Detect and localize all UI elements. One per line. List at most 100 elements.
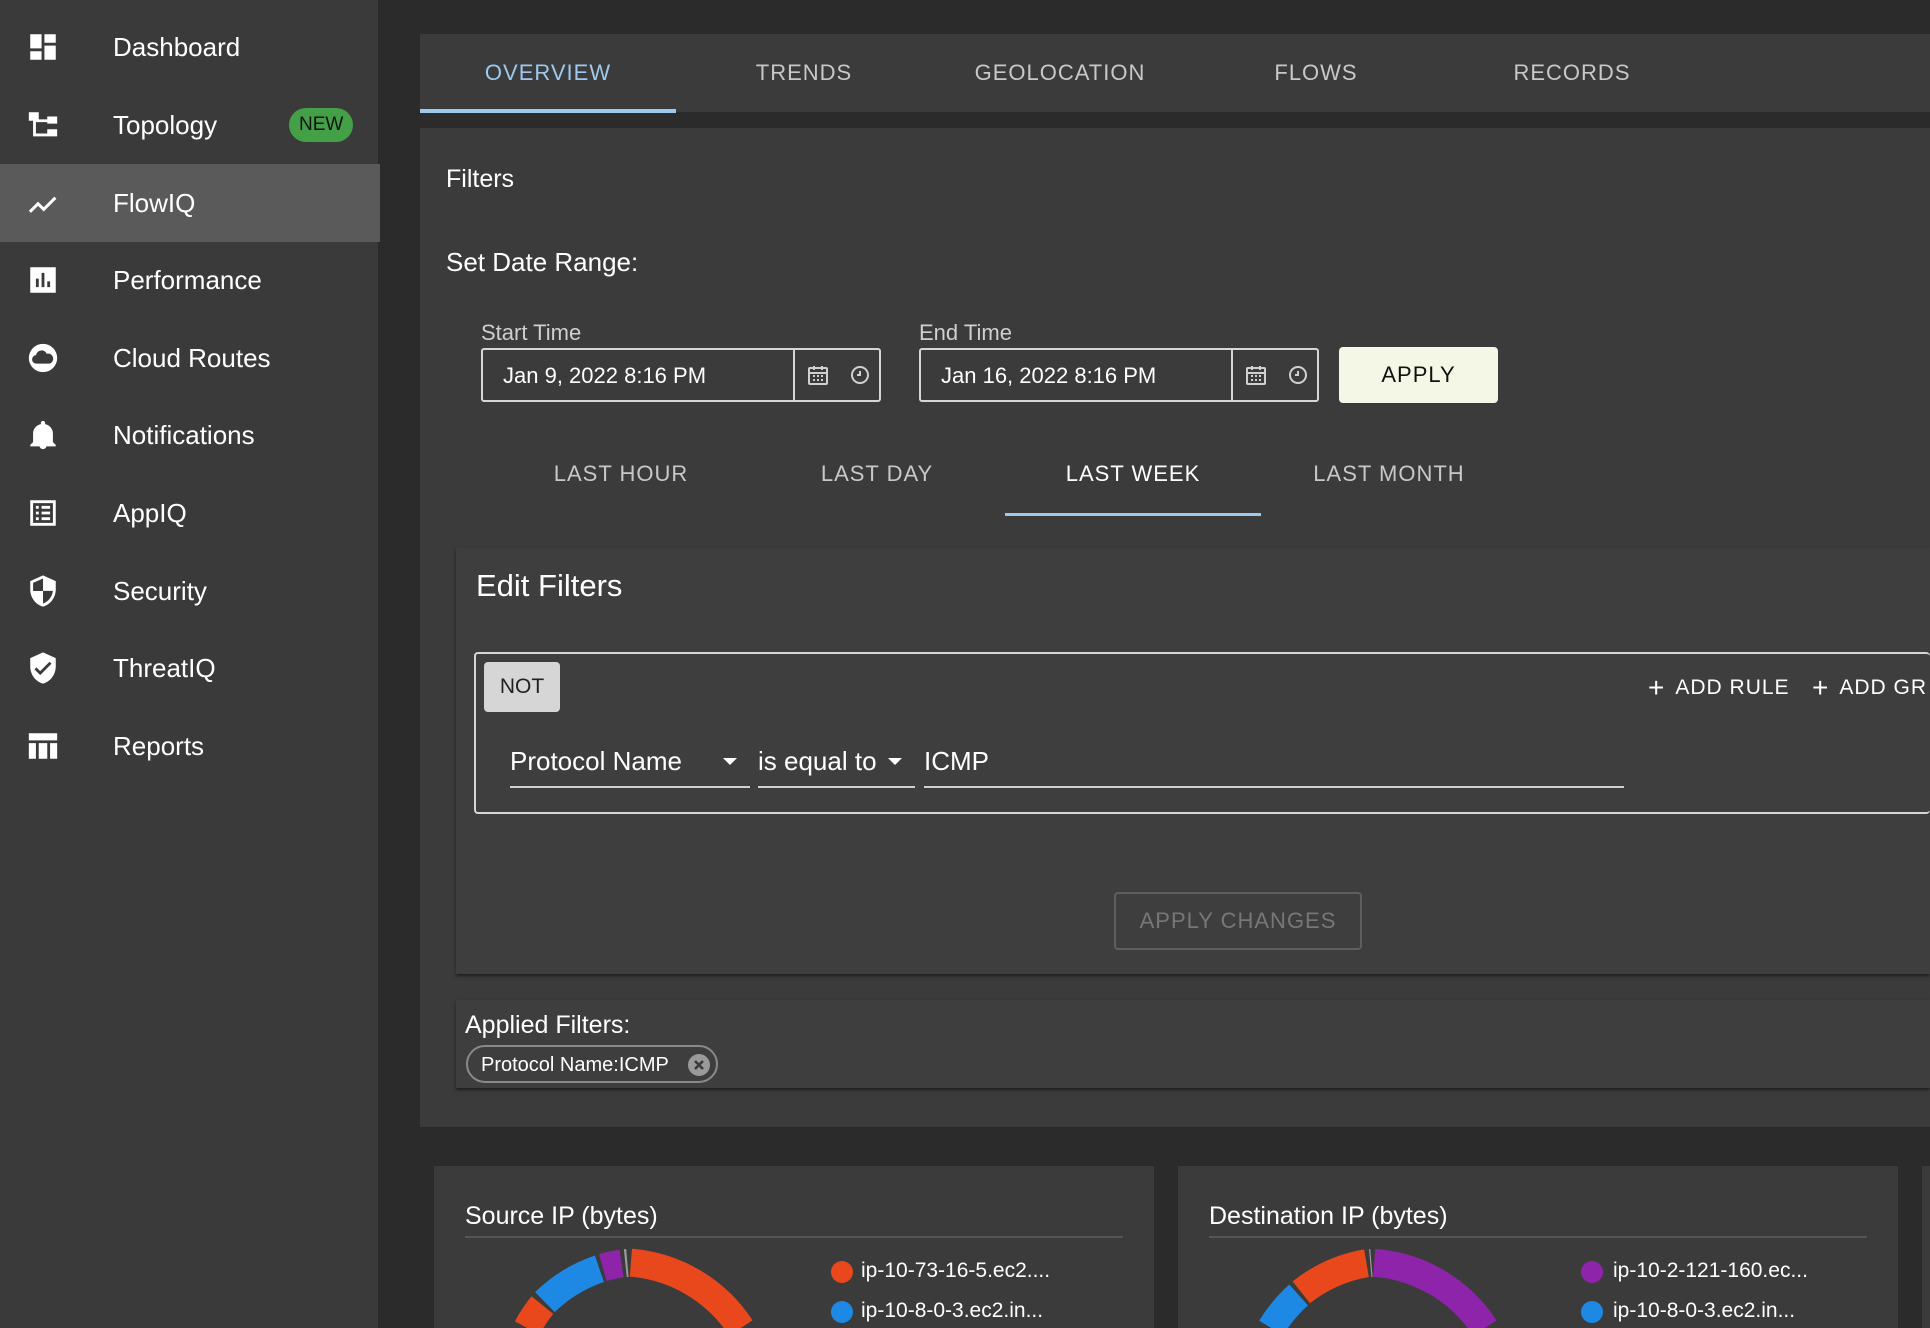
sidebar-item-reports[interactable]: Reports bbox=[0, 707, 380, 785]
active-tab-indicator bbox=[420, 109, 676, 113]
table-icon bbox=[26, 729, 60, 763]
tab-label: OVERVIEW bbox=[484, 60, 612, 85]
edit-filters-title: Edit Filters bbox=[476, 568, 623, 603]
start-time-field[interactable]: Jan 9, 2022 8:16 PM bbox=[481, 348, 881, 402]
shield-icon bbox=[26, 574, 60, 608]
sidebar-item-performance[interactable]: Performance bbox=[0, 241, 380, 319]
sidebar-item-label: Topology bbox=[113, 109, 218, 140]
legend-label: ip-10-73-16-5.ec2.... bbox=[861, 1259, 1051, 1282]
add-rule-button[interactable]: + ADD RULE bbox=[1648, 672, 1790, 704]
range-tab-last-week[interactable]: LAST WEEK bbox=[1005, 450, 1261, 516]
field-divider bbox=[793, 350, 795, 400]
add-group-button[interactable]: + ADD GR bbox=[1812, 672, 1927, 704]
add-group-label: ADD GR bbox=[1839, 676, 1928, 699]
donut-segment bbox=[1372, 1248, 1497, 1328]
destination-ip-donut-chart bbox=[1259, 1248, 1497, 1328]
legend-label: ip-10-8-0-3.ec2.in... bbox=[1613, 1299, 1796, 1322]
sidebar-item-label: Reports bbox=[113, 730, 205, 761]
end-time-label: End Time bbox=[919, 320, 1012, 345]
calendar-icon[interactable] bbox=[1244, 363, 1268, 387]
sidebar-item-label: Security bbox=[113, 575, 207, 606]
main-tabs: OVERVIEW TRENDS GEOLOCATION FLOWS RECORD… bbox=[420, 34, 1930, 113]
tab-label: GEOLOCATION bbox=[974, 60, 1146, 85]
range-tab-last-month[interactable]: LAST MONTH bbox=[1261, 450, 1517, 516]
sidebar-item-label: Performance bbox=[113, 264, 262, 295]
sidebar-item-label: AppIQ bbox=[113, 497, 187, 528]
close-icon[interactable] bbox=[688, 1054, 710, 1076]
sidebar-item-label: FlowIQ bbox=[113, 187, 196, 218]
tab-geolocation[interactable]: GEOLOCATION bbox=[932, 34, 1188, 112]
range-tab-last-day[interactable]: LAST DAY bbox=[749, 450, 1005, 516]
legend-label: ip-10-8-0-3.ec2.in... bbox=[861, 1299, 1044, 1322]
donut-segment bbox=[535, 1255, 605, 1313]
new-badge: NEW bbox=[289, 108, 354, 142]
clock-icon[interactable] bbox=[848, 363, 872, 387]
sidebar-item-label: Cloud Routes bbox=[113, 342, 271, 373]
source-ip-donut-chart bbox=[514, 1248, 753, 1328]
sidebar: Dashboard Topology NEW FlowIQ Performanc… bbox=[0, 0, 380, 1328]
sidebar-item-label: Dashboard bbox=[113, 31, 241, 62]
sidebar-item-security[interactable]: Security bbox=[0, 552, 380, 630]
range-tab-label: LAST HOUR bbox=[553, 461, 689, 486]
tab-label: RECORDS bbox=[1513, 60, 1631, 85]
sidebar-item-label: ThreatIQ bbox=[113, 652, 216, 683]
calendar-icon[interactable] bbox=[806, 363, 830, 387]
legend-dot bbox=[831, 1301, 853, 1323]
applied-filters-label: Applied Filters: bbox=[465, 1011, 631, 1039]
sidebar-item-cloud-routes[interactable]: Cloud Routes bbox=[0, 319, 380, 397]
value-input[interactable]: ICMP bbox=[924, 736, 1624, 788]
add-rule-label: ADD RULE bbox=[1675, 676, 1790, 699]
sidebar-item-notifications[interactable]: Notifications bbox=[0, 396, 380, 474]
list-icon bbox=[26, 496, 60, 530]
active-range-indicator bbox=[1005, 513, 1261, 516]
sidebar-item-threatiq[interactable]: ThreatIQ bbox=[0, 629, 380, 707]
value-input-text: ICMP bbox=[924, 746, 989, 776]
donut-segment bbox=[629, 1248, 753, 1328]
field-select[interactable]: Protocol Name bbox=[510, 736, 750, 788]
tab-overview[interactable]: OVERVIEW bbox=[420, 34, 676, 113]
clock-icon[interactable] bbox=[1286, 363, 1310, 387]
end-time-field[interactable]: Jan 16, 2022 8:16 PM bbox=[919, 348, 1319, 402]
filter-chip: Protocol Name:ICMP bbox=[466, 1045, 718, 1083]
field-divider bbox=[1231, 350, 1233, 400]
donut-segment bbox=[1292, 1249, 1370, 1304]
legend-dot bbox=[1581, 1261, 1603, 1283]
operator-select[interactable]: is equal to bbox=[758, 736, 915, 788]
sidebar-item-dashboard[interactable]: Dashboard bbox=[0, 8, 380, 86]
legend-dot bbox=[831, 1261, 853, 1283]
range-tab-last-hour[interactable]: LAST HOUR bbox=[493, 450, 749, 516]
chevron-down-icon bbox=[888, 758, 902, 765]
end-time-value: Jan 16, 2022 8:16 PM bbox=[941, 363, 1157, 388]
sidebar-item-flowiq[interactable]: FlowIQ bbox=[0, 164, 380, 242]
bell-icon bbox=[26, 418, 60, 452]
plus-icon: + bbox=[1812, 672, 1830, 703]
tab-records[interactable]: RECORDS bbox=[1444, 34, 1700, 112]
legend-label: ip-10-2-121-160.ec... bbox=[1613, 1259, 1808, 1282]
destination-ip-chart-card: Destination IP (bytes) ip-10-2-121-160.e… bbox=[1178, 1166, 1898, 1328]
tab-trends[interactable]: TRENDS bbox=[676, 34, 932, 112]
chart-card-edge bbox=[1922, 1166, 1930, 1328]
not-button[interactable]: NOT bbox=[484, 662, 560, 712]
range-tab-label: LAST MONTH bbox=[1313, 461, 1465, 486]
donut-segment bbox=[514, 1296, 554, 1328]
start-time-label: Start Time bbox=[481, 320, 582, 345]
tab-flows[interactable]: FLOWS bbox=[1188, 34, 1444, 112]
tab-label: TRENDS bbox=[755, 60, 853, 85]
donut-segment bbox=[598, 1249, 624, 1282]
range-tab-label: LAST WEEK bbox=[1065, 461, 1201, 486]
range-tab-label: LAST DAY bbox=[820, 461, 934, 486]
sidebar-item-topology[interactable]: Topology NEW bbox=[0, 86, 380, 164]
bar-chart-icon bbox=[26, 263, 60, 297]
chevron-down-icon bbox=[723, 758, 737, 765]
plus-icon: + bbox=[1648, 672, 1666, 703]
donut-segment bbox=[1259, 1284, 1309, 1328]
sidebar-item-appiq[interactable]: AppIQ bbox=[0, 474, 380, 552]
operator-select-value: is equal to bbox=[758, 746, 877, 776]
apply-button[interactable]: APPLY bbox=[1339, 347, 1498, 403]
dashboard-icon bbox=[26, 30, 60, 64]
date-range-label: Set Date Range: bbox=[446, 247, 639, 277]
shield-check-icon bbox=[26, 651, 60, 685]
sidebar-item-label: Notifications bbox=[113, 419, 255, 450]
apply-changes-button[interactable]: APPLY CHANGES bbox=[1114, 892, 1362, 950]
field-select-value: Protocol Name bbox=[510, 746, 682, 776]
